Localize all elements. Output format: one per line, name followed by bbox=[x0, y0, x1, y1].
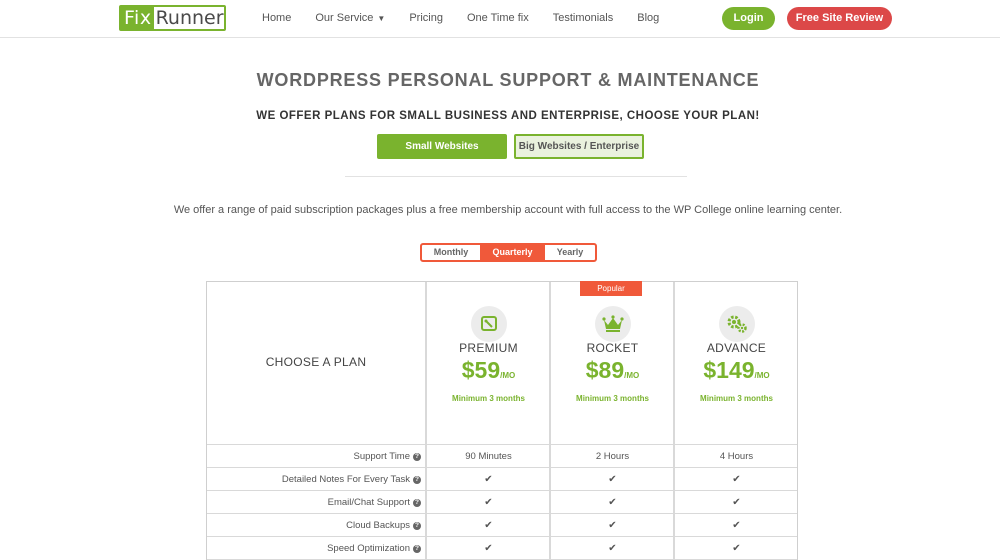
site-header: Fix Runner Home Our Service ▼ Pricing One… bbox=[0, 0, 1000, 38]
check-icon: ✔ bbox=[484, 543, 493, 554]
fixrunner-logo[interactable]: Fix Runner bbox=[119, 5, 226, 31]
caret-down-icon: ▼ bbox=[377, 14, 386, 23]
price-amount: $89 bbox=[585, 357, 625, 383]
feature-label: Speed Optimization? bbox=[207, 543, 421, 554]
gears-icon bbox=[719, 306, 755, 342]
feature-label-text: Email/Chat Support bbox=[327, 497, 410, 508]
intro-text: We offer a range of paid subscription pa… bbox=[173, 204, 843, 216]
section-divider bbox=[345, 176, 687, 177]
price-amount: $149 bbox=[703, 357, 755, 383]
check-icon: ✔ bbox=[732, 543, 741, 554]
help-icon[interactable]: ? bbox=[413, 453, 421, 461]
row-divider bbox=[207, 444, 797, 445]
feature-label-text: Speed Optimization bbox=[327, 543, 410, 554]
feature-label-text: Support Time bbox=[353, 451, 411, 462]
main-nav: Home Our Service ▼ Pricing One Time fix T… bbox=[262, 12, 683, 24]
page-title: WORDPRESS PERSONAL SUPPORT & MAINTENANCE bbox=[256, 70, 760, 90]
plan-minimum: Minimum 3 months bbox=[700, 394, 773, 403]
check-icon: ✔ bbox=[484, 474, 493, 485]
help-icon[interactable]: ? bbox=[413, 545, 421, 553]
plan-premium: PREMIUM $59/MO Minimum 3 months bbox=[427, 282, 550, 444]
check-icon: ✔ bbox=[608, 543, 617, 554]
nav-our-service[interactable]: Our Service ▼ bbox=[315, 12, 385, 24]
check-icon: ✔ bbox=[732, 474, 741, 485]
billing-quarterly-tab[interactable]: Quarterly bbox=[481, 245, 544, 260]
nav-pricing[interactable]: Pricing bbox=[409, 12, 443, 24]
plan-name: PREMIUM bbox=[459, 341, 518, 355]
check-icon: ✔ bbox=[608, 474, 617, 485]
plan-price: $89/MO bbox=[551, 357, 674, 384]
plan-name: ADVANCE bbox=[706, 341, 767, 355]
feature-value: 2 Hours bbox=[595, 451, 630, 462]
feature-label: Support Time? bbox=[207, 451, 421, 462]
billing-yearly-tab[interactable]: Yearly bbox=[544, 245, 595, 260]
check-icon: ✔ bbox=[732, 497, 741, 508]
plan-minimum: Minimum 3 months bbox=[452, 394, 525, 403]
row-divider bbox=[207, 536, 797, 537]
billing-monthly-tab[interactable]: Monthly bbox=[422, 245, 481, 260]
small-websites-button[interactable]: Small Websites bbox=[377, 134, 507, 159]
price-amount: $59 bbox=[461, 357, 501, 383]
feature-label-text: Detailed Notes For Every Task bbox=[281, 474, 410, 485]
nav-home[interactable]: Home bbox=[262, 12, 291, 24]
check-icon: ✔ bbox=[484, 520, 493, 531]
nav-our-service-label: Our Service bbox=[315, 12, 374, 24]
page-subtitle: WE OFFER PLANS FOR SMALL BUSINESS AND EN… bbox=[256, 110, 760, 122]
logo-runner-text: Runner bbox=[155, 7, 224, 29]
feature-label-text: Cloud Backups bbox=[346, 520, 410, 531]
row-divider bbox=[207, 513, 797, 514]
plan-advance: ADVANCE $149/MO Minimum 3 months bbox=[675, 282, 798, 444]
check-icon: ✔ bbox=[732, 520, 741, 531]
feature-value: 90 Minutes bbox=[465, 451, 512, 462]
plan-price: $149/MO bbox=[675, 357, 798, 384]
nav-blog[interactable]: Blog bbox=[637, 12, 659, 24]
check-icon: ✔ bbox=[484, 497, 493, 508]
feature-label: Cloud Backups? bbox=[207, 520, 421, 531]
row-divider bbox=[207, 490, 797, 491]
help-icon[interactable]: ? bbox=[413, 499, 421, 507]
big-websites-button[interactable]: Big Websites / Enterprise bbox=[514, 134, 644, 159]
check-icon: ✔ bbox=[608, 497, 617, 508]
nav-one-time-fix[interactable]: One Time fix bbox=[467, 12, 529, 24]
help-icon[interactable]: ? bbox=[413, 522, 421, 530]
feature-label: Email/Chat Support? bbox=[207, 497, 421, 508]
help-icon[interactable]: ? bbox=[413, 476, 421, 484]
row-divider bbox=[207, 467, 797, 468]
check-icon: ✔ bbox=[608, 520, 617, 531]
nav-testimonials[interactable]: Testimonials bbox=[553, 12, 614, 24]
price-period: /MO bbox=[624, 371, 640, 380]
plan-name: ROCKET bbox=[586, 341, 639, 355]
tag-icon bbox=[471, 306, 507, 342]
free-site-review-button[interactable]: Free Site Review bbox=[787, 7, 892, 30]
login-button[interactable]: Login bbox=[722, 7, 775, 30]
plan-price: $59/MO bbox=[427, 357, 550, 384]
logo-fix-text: Fix bbox=[121, 7, 154, 29]
plan-minimum: Minimum 3 months bbox=[576, 394, 649, 403]
billing-period-toggle: Monthly Quarterly Yearly bbox=[420, 243, 597, 262]
feature-value: 4 Hours bbox=[719, 451, 754, 462]
crown-icon bbox=[595, 306, 631, 342]
plan-rocket: ROCKET $89/MO Minimum 3 months bbox=[551, 282, 674, 444]
pricing-table: CHOOSE A PLAN PREMIUM $59/MO Minimum 3 m… bbox=[206, 281, 798, 560]
choose-plan-label: CHOOSE A PLAN bbox=[265, 355, 367, 369]
price-period: /MO bbox=[754, 371, 770, 380]
price-period: /MO bbox=[500, 371, 516, 380]
feature-label: Detailed Notes For Every Task? bbox=[207, 474, 421, 485]
